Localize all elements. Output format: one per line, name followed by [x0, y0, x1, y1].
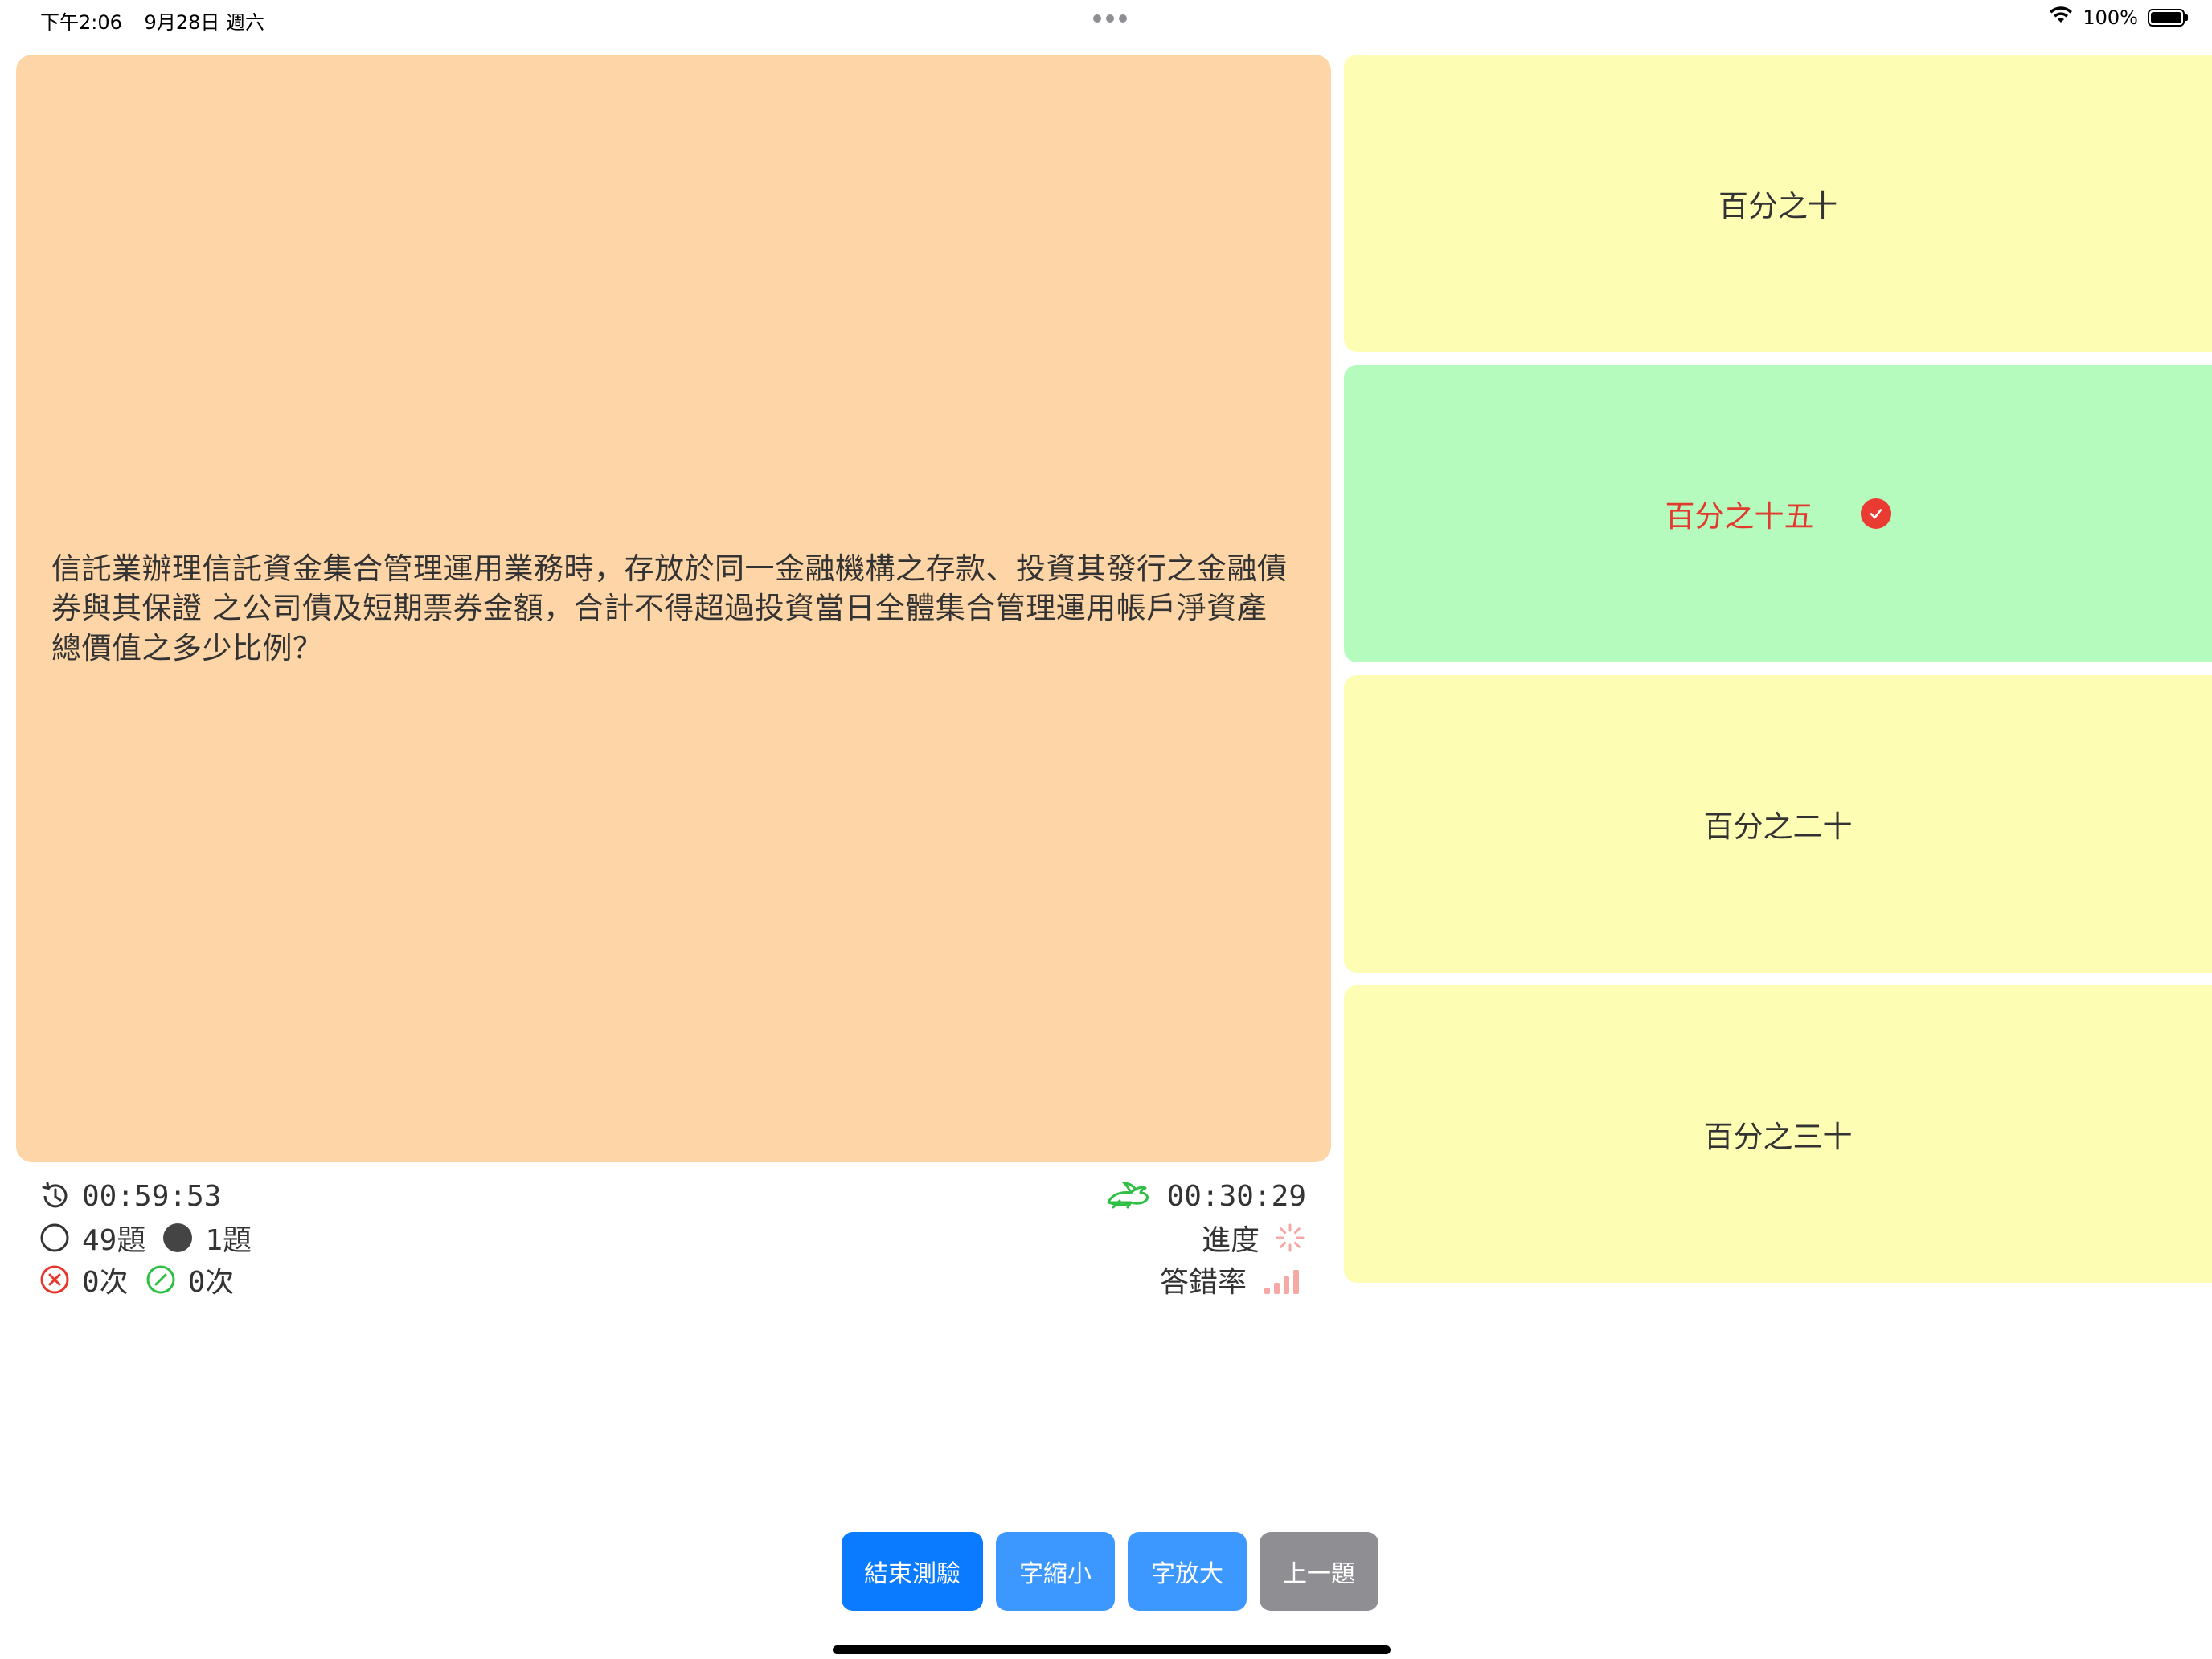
- error-rate-label: 答錯率: [1159, 1266, 1247, 1299]
- option-label: 百分之十五: [1665, 499, 1814, 534]
- wrong-circle-icon: [39, 1264, 71, 1296]
- history-clock-icon: [39, 1180, 71, 1212]
- option-2[interactable]: 百分之十五: [1344, 365, 2212, 662]
- battery-percent: 100%: [2083, 6, 2138, 29]
- progress-row: 進度: [1103, 1217, 1306, 1259]
- attempts-row: 0次 0次: [39, 1259, 252, 1301]
- status-bar-left: 下午2:06 9月28日 週六: [40, 6, 281, 35]
- stats-left: 00:59:53 49題 1題 0次 0次: [39, 1175, 252, 1301]
- elapsed-time-row: 00:30:29: [1103, 1175, 1306, 1217]
- font-smaller-button[interactable]: 字縮小: [996, 1532, 1115, 1611]
- right-count: 0次: [187, 1266, 235, 1299]
- option-4[interactable]: 百分之三十: [1344, 985, 2212, 1283]
- option-3[interactable]: 百分之二十: [1344, 675, 2212, 973]
- bottom-toolbar: 結束測驗 字縮小 字放大 上一題: [842, 1532, 1378, 1611]
- battery-icon: [2148, 9, 2188, 27]
- end-quiz-button[interactable]: 結束測驗: [842, 1532, 983, 1611]
- status-time: 下午2:06: [40, 11, 122, 34]
- remaining-count: 49題: [82, 1224, 146, 1257]
- option-label: 百分之二十: [1703, 809, 1853, 844]
- stats-right: 00:30:29 進度 答錯率: [1103, 1175, 1306, 1301]
- home-indicator[interactable]: [833, 1645, 1391, 1654]
- multitasking-dots[interactable]: [1093, 14, 1127, 23]
- status-bar-right: 100%: [2049, 6, 2188, 29]
- progress-label: 進度: [1201, 1224, 1260, 1257]
- question-card: 信託業辦理信託資金集合管理運用業務時，存放於同一金融機構之存款、投資其發行之金融…: [16, 55, 1331, 1162]
- answer-options: 百分之十 百分之十五 百分之二十 百分之三十: [1344, 55, 2212, 1296]
- answered-count: 1題: [205, 1224, 252, 1257]
- error-rate-row: 答錯率: [1103, 1259, 1306, 1301]
- wrong-count: 0次: [82, 1266, 129, 1299]
- question-text: 信託業辦理信託資金集合管理運用業務時，存放於同一金融機構之存款、投資其發行之金融…: [51, 551, 1288, 666]
- progress-spinner-icon: [1274, 1222, 1306, 1254]
- total-time-row: 00:59:53: [39, 1175, 252, 1217]
- question-count-row: 49題 1題: [39, 1217, 252, 1259]
- option-label: 百分之三十: [1703, 1120, 1853, 1154]
- checkmark-icon: [1860, 498, 1891, 529]
- empty-circle-icon: [39, 1222, 71, 1254]
- font-larger-button[interactable]: 字放大: [1128, 1532, 1247, 1611]
- wifi-icon: [2049, 6, 2073, 29]
- right-circle-icon: [145, 1264, 177, 1296]
- status-date: 9月28日 週六: [144, 11, 264, 34]
- total-time: 00:59:53: [82, 1179, 222, 1213]
- option-1[interactable]: 百分之十: [1344, 55, 2212, 352]
- hare-icon: [1103, 1180, 1153, 1212]
- filled-circle-icon: [162, 1222, 194, 1254]
- previous-question-button[interactable]: 上一題: [1260, 1532, 1378, 1611]
- option-label: 百分之十: [1718, 189, 1837, 223]
- signal-bars-icon: [1261, 1264, 1306, 1296]
- elapsed-time: 00:30:29: [1166, 1179, 1306, 1213]
